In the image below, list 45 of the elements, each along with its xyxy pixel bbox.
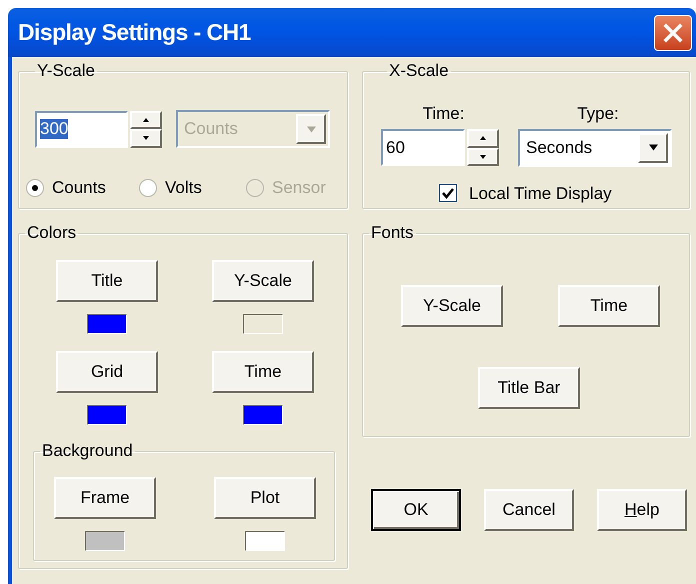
number-field[interactable]: 60	[381, 129, 465, 166]
spin-down-button[interactable]	[467, 148, 499, 166]
group-label: Background	[41, 441, 134, 461]
group-label: Colors	[26, 223, 78, 243]
font-button[interactable]: Y-Scale	[401, 285, 503, 327]
color-button[interactable]: Grid	[56, 351, 158, 393]
color-button[interactable]: Plot	[214, 477, 316, 519]
spin-up-button[interactable]	[130, 110, 162, 129]
spin-down-button[interactable]	[130, 129, 162, 148]
field-value: 300	[40, 119, 68, 139]
dialog-button[interactable]: OK	[371, 489, 461, 531]
radio-button[interactable]: Volts	[139, 175, 246, 200]
font-button[interactable]: Time	[558, 285, 660, 327]
window-title: Display Settings - CH1	[18, 18, 251, 48]
arrow-down-icon	[479, 154, 487, 160]
arrow-down-icon	[142, 135, 150, 142]
group-label: Y-Scale	[36, 61, 96, 81]
checkmark-icon	[442, 187, 454, 200]
dropdown[interactable]: Seconds	[518, 128, 672, 166]
color-button[interactable]: Y-Scale	[212, 260, 314, 302]
font-button[interactable]: Title Bar	[478, 367, 580, 409]
checkbox[interactable]: Local Time Display	[439, 180, 689, 206]
number-field[interactable]: 300	[35, 110, 128, 148]
dialog-button[interactable]: Help	[597, 489, 687, 531]
close-button[interactable]	[654, 14, 692, 50]
caret-icon	[304, 124, 318, 134]
color-button[interactable]: Title	[56, 260, 158, 302]
radio-indicator[interactable]	[139, 178, 157, 197]
close-icon	[663, 22, 683, 42]
dropdown-button[interactable]	[638, 132, 668, 162]
field-label: Type:	[576, 103, 620, 125]
group-label: X-Scale	[388, 61, 450, 81]
dropdown-value: Seconds	[526, 136, 594, 159]
radio-indicator[interactable]	[26, 178, 44, 197]
radio-button[interactable]: Counts	[26, 175, 139, 200]
dropdown-value: Counts	[184, 118, 239, 140]
caret-icon	[646, 143, 660, 152]
group-label: Fonts	[370, 223, 415, 243]
dialog-button[interactable]: Cancel	[484, 489, 574, 531]
arrow-up-icon	[142, 116, 150, 123]
spin-up-button[interactable]	[467, 129, 499, 148]
color-button[interactable]: Frame	[54, 477, 156, 519]
field-label: Time:	[422, 103, 466, 125]
color-button[interactable]: Time	[212, 351, 314, 393]
arrow-up-icon	[479, 135, 487, 142]
